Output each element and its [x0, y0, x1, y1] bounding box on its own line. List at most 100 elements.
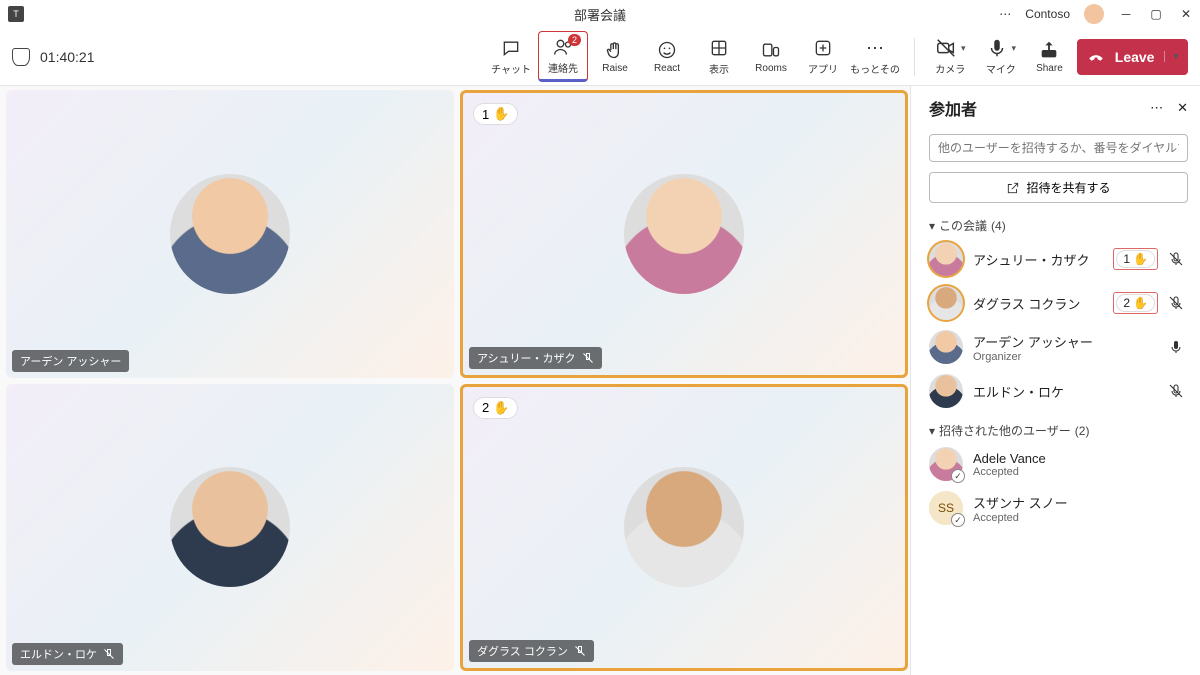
chat-button[interactable]: チャット	[486, 31, 536, 82]
mic-label: マイク	[986, 61, 1016, 76]
participant-name: Adele Vance Accepted	[973, 451, 1184, 478]
participant-name-label: ダグラス コクラン	[469, 640, 594, 662]
people-label: 連絡先	[548, 60, 578, 75]
status-label: Accepted	[973, 466, 1184, 478]
title-bar: T 部署会議 ⋯ Contoso ─ ▢ ✕	[0, 0, 1200, 28]
mic-off-icon	[582, 352, 594, 364]
participant-name: アシュリー・カザク	[973, 250, 1103, 269]
participant-avatar	[929, 286, 963, 320]
raise-hand-button[interactable]: Raise	[590, 31, 640, 82]
react-button[interactable]: React	[642, 31, 692, 82]
mic-off-icon	[1168, 295, 1184, 311]
view-button[interactable]: 表示	[694, 31, 744, 82]
rooms-icon	[760, 39, 782, 61]
ellipsis-icon: ⋯	[864, 37, 886, 59]
hand-icon	[604, 39, 626, 61]
video-tile[interactable]: 2✋ ダグラス コクラン	[460, 384, 908, 672]
chat-icon	[500, 37, 522, 59]
mic-off-icon	[103, 648, 115, 660]
rooms-label: Rooms	[755, 63, 787, 74]
participant-name: ダグラス コクラン	[973, 294, 1103, 313]
participant-name: エルドン・ロケ	[973, 382, 1158, 401]
participant-row[interactable]: アーデン アッシャー Organizer	[929, 330, 1188, 364]
participant-avatar: ✓	[929, 447, 963, 481]
participant-avatar	[624, 467, 744, 587]
participants-panel: 参加者 ⋯ ✕ 招待を共有する ▾ この会議 (4) アシュリー・カザク 1✋	[910, 86, 1200, 675]
maximize-button[interactable]: ▢	[1148, 6, 1164, 22]
raised-hand-badge: 2✋	[1116, 294, 1155, 312]
user-avatar[interactable]	[1084, 4, 1104, 24]
meeting-title: 部署会議	[574, 5, 626, 24]
participant-avatar	[929, 330, 963, 364]
video-tile[interactable]: 1✋ アシュリー・カザク	[460, 90, 908, 378]
status-accepted-icon: ✓	[951, 513, 965, 527]
people-button[interactable]: 2 連絡先	[538, 31, 588, 82]
share-invite-button[interactable]: 招待を共有する	[929, 172, 1188, 203]
leave-label: Leave	[1115, 49, 1155, 65]
share-invite-label: 招待を共有する	[1026, 179, 1110, 196]
participant-row[interactable]: ダグラス コクラン 2✋	[929, 286, 1188, 320]
participant-name-label: アーデン アッシャー	[12, 350, 129, 372]
meeting-toolbar: 01:40:21 チャット 2 連絡先 Raise React 表示 Rooms	[0, 28, 1200, 86]
mic-icon	[986, 37, 1008, 59]
video-tile[interactable]: エルドン・ロケ	[6, 384, 454, 672]
share-icon	[1038, 39, 1060, 61]
panel-title: 参加者	[929, 96, 977, 120]
camera-button[interactable]: ▾ カメラ	[929, 33, 972, 80]
shield-icon[interactable]	[12, 48, 30, 66]
participant-name: スザンナ スノー Accepted	[973, 493, 1184, 524]
mic-on-icon	[1168, 339, 1184, 355]
participant-avatar	[929, 242, 963, 276]
separator	[914, 38, 915, 76]
chevron-down-icon: ▾	[929, 219, 935, 233]
minimize-button[interactable]: ─	[1118, 6, 1134, 22]
more-label: もっとその	[850, 61, 900, 76]
participant-row[interactable]: ✓ Adele Vance Accepted	[929, 447, 1188, 481]
people-badge: 2	[568, 34, 581, 46]
emoji-icon	[656, 39, 678, 61]
video-tile[interactable]: アーデン アッシャー	[6, 90, 454, 378]
apps-icon	[812, 37, 834, 59]
close-button[interactable]: ✕	[1178, 6, 1194, 22]
participant-row[interactable]: エルドン・ロケ	[929, 374, 1188, 408]
participant-avatar: SS✓	[929, 491, 963, 525]
panel-close-icon[interactable]: ✕	[1177, 100, 1188, 116]
more-icon[interactable]: ⋯	[999, 7, 1011, 21]
section-in-meeting[interactable]: ▾ この会議 (4)	[929, 217, 1188, 234]
org-name: Contoso	[1025, 7, 1070, 21]
react-label: React	[654, 63, 680, 74]
rooms-button[interactable]: Rooms	[746, 31, 796, 82]
invite-input[interactable]	[929, 134, 1188, 162]
participant-row[interactable]: SS✓ スザンナ スノー Accepted	[929, 491, 1188, 525]
chevron-down-icon: ▾	[929, 424, 935, 438]
leave-button[interactable]: Leave ▾	[1077, 39, 1188, 75]
call-timer: 01:40:21	[40, 49, 95, 65]
role-label: Organizer	[973, 351, 1158, 363]
section-invited[interactable]: ▾ 招待された他のユーザー (2)	[929, 422, 1188, 439]
panel-more-icon[interactable]: ⋯	[1150, 100, 1163, 116]
share-button[interactable]: Share	[1030, 35, 1069, 78]
status-accepted-icon: ✓	[951, 469, 965, 483]
grid-icon	[708, 37, 730, 59]
chevron-down-icon[interactable]: ▾	[1164, 51, 1178, 62]
view-label: 表示	[709, 61, 729, 76]
share-link-icon	[1006, 181, 1020, 195]
participant-avatar	[170, 174, 290, 294]
teams-app-icon: T	[8, 6, 24, 22]
chevron-down-icon: ▾	[961, 43, 966, 54]
raised-hand-badge: 2✋	[473, 397, 518, 419]
mic-off-icon	[574, 645, 586, 657]
video-stage: アーデン アッシャー 1✋ アシュリー・カザク エルドン・ロケ	[0, 86, 910, 675]
participant-name: アーデン アッシャー Organizer	[973, 332, 1158, 363]
apps-button[interactable]: アプリ	[798, 31, 848, 82]
mic-button[interactable]: ▾ マイク	[980, 33, 1023, 80]
mic-off-icon	[1168, 251, 1184, 267]
more-button[interactable]: ⋯ もっとその	[850, 31, 900, 82]
status-label: Accepted	[973, 512, 1184, 524]
participant-row[interactable]: アシュリー・カザク 1✋	[929, 242, 1188, 276]
chevron-down-icon: ▾	[1012, 43, 1017, 54]
mic-off-icon	[1168, 383, 1184, 399]
raised-hand-badge: 1✋	[1116, 250, 1155, 268]
participant-name-label: エルドン・ロケ	[12, 643, 123, 665]
chat-label: チャット	[491, 61, 531, 76]
